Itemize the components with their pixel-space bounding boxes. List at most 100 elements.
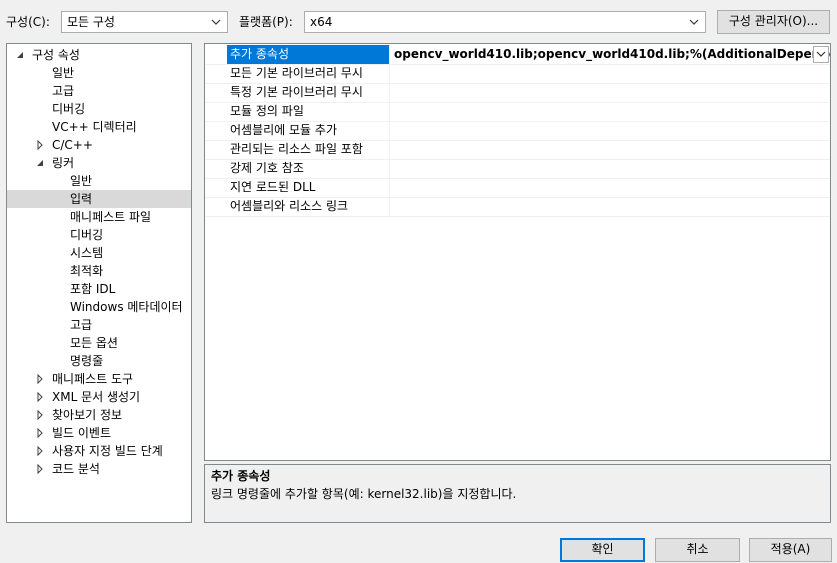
expanded-icon xyxy=(17,52,23,58)
property-row[interactable]: 강제 기호 참조 xyxy=(205,159,830,179)
ok-button[interactable]: 확인 xyxy=(560,538,645,562)
tree-item-label: 사용자 지정 빌드 단계 xyxy=(52,444,163,458)
tree-item[interactable]: 매니페스트 파일 xyxy=(7,208,191,226)
tree-item-label: 디버깅 xyxy=(70,228,104,242)
property-name[interactable]: 추가 종속성 xyxy=(227,45,390,64)
property-tree: 구성 속성 일반 고급 디버깅 VC++ 디렉터리 C/C++ 링커 일반 입력 매니페스트 파… xyxy=(6,43,192,523)
property-value[interactable] xyxy=(391,159,830,178)
property-name[interactable]: 강제 기호 참조 xyxy=(227,159,390,178)
property-value[interactable] xyxy=(391,121,830,140)
tree-item-label: 빌드 이벤트 xyxy=(52,426,112,440)
collapsed-icon xyxy=(37,463,43,475)
tree-item-label: 모든 옵션 xyxy=(70,336,118,350)
tree-item[interactable]: 코드 분석 xyxy=(7,460,191,478)
tree-item-label: 명령줄 xyxy=(70,354,104,368)
tree-item-label: 매니페스트 도구 xyxy=(52,372,134,386)
tree-item[interactable]: 고급 xyxy=(7,316,191,334)
property-row[interactable]: 특정 기본 라이브러리 무시 xyxy=(205,83,830,103)
tree-item-label: 일반 xyxy=(52,66,75,80)
tree-item-label: 매니페스트 파일 xyxy=(70,210,152,224)
tree-item[interactable]: 사용자 지정 빌드 단계 xyxy=(7,442,191,460)
description-panel: 추가 종속성 링크 명령줄에 추가할 항목(예: kernel32.lib)을 … xyxy=(204,464,831,523)
property-value[interactable] xyxy=(391,64,830,83)
description-text: 링크 명령줄에 추가할 항목(예: kernel32.lib)을 지정합니다. xyxy=(211,487,517,501)
config-label: 구성(C): xyxy=(6,15,50,29)
tree-item[interactable]: 매니페스트 도구 xyxy=(7,370,191,388)
tree-item[interactable]: Windows 메타데이터 xyxy=(7,298,191,316)
property-name[interactable]: 모든 기본 라이브러리 무시 xyxy=(227,64,390,83)
property-value[interactable] xyxy=(391,178,830,197)
property-value[interactable] xyxy=(391,102,830,121)
property-grid: 추가 종속성 opencv_world410.lib;opencv_world41… xyxy=(204,43,831,461)
tree-item[interactable]: 최적화 xyxy=(7,262,191,280)
tree-item[interactable]: 모든 옵션 xyxy=(7,334,191,352)
tree-item[interactable]: 디버깅 xyxy=(7,226,191,244)
collapsed-icon xyxy=(37,139,43,151)
tree-item[interactable]: 링커 xyxy=(7,154,191,172)
tree-item-label: 최적화 xyxy=(70,264,104,278)
tree-item-label: VC++ 디렉터리 xyxy=(52,120,137,134)
property-value[interactable]: opencv_world410.lib;opencv_world410d.lib… xyxy=(391,45,830,64)
property-name[interactable]: 어셈블리와 리소스 링크 xyxy=(227,197,390,216)
apply-button[interactable]: 적용(A) xyxy=(749,538,832,562)
tree-item-label: 고급 xyxy=(52,84,75,98)
property-row[interactable]: 어셈블리와 리소스 링크 xyxy=(205,197,830,217)
property-value[interactable] xyxy=(391,83,830,102)
collapsed-icon xyxy=(37,427,43,439)
tree-item-label: 링커 xyxy=(52,156,75,170)
property-name[interactable]: 모듈 정의 파일 xyxy=(227,102,390,121)
property-name[interactable]: 특정 기본 라이브러리 무시 xyxy=(227,83,390,102)
tree-item-label: 일반 xyxy=(70,174,93,188)
tree-item-label: 디버깅 xyxy=(52,102,86,116)
property-value[interactable] xyxy=(391,197,830,216)
platform-combo-value: x64 xyxy=(310,15,333,29)
tree-item[interactable]: 명령줄 xyxy=(7,352,191,370)
platform-combo[interactable]: x64 xyxy=(304,11,706,33)
tree-item[interactable]: 입력 xyxy=(7,190,191,208)
tree-root-label: 구성 속성 xyxy=(32,48,80,62)
tree-item-label: 시스템 xyxy=(70,246,104,260)
tree-item[interactable]: 일반 xyxy=(7,172,191,190)
tree-item-label: 고급 xyxy=(70,318,93,332)
property-row[interactable]: 모듈 정의 파일 xyxy=(205,102,830,122)
tree-item[interactable]: VC++ 디렉터리 xyxy=(7,118,191,136)
tree-item-label: 찾아보기 정보 xyxy=(52,408,123,422)
collapsed-icon xyxy=(37,373,43,385)
chevron-down-icon xyxy=(211,19,221,25)
tree-item[interactable]: 일반 xyxy=(7,64,191,82)
property-name[interactable]: 어셈블리에 모듈 추가 xyxy=(227,121,390,140)
property-row[interactable]: 지연 로드된 DLL xyxy=(205,178,830,198)
tree-item[interactable]: 찾아보기 정보 xyxy=(7,406,191,424)
value-dropdown-button[interactable] xyxy=(813,46,829,63)
chevron-down-icon xyxy=(689,19,699,25)
collapsed-icon xyxy=(37,391,43,403)
description-title: 추가 종속성 xyxy=(211,469,271,483)
property-name[interactable]: 관리되는 리소스 파일 포함 xyxy=(227,140,390,159)
tree-item[interactable]: 포함 IDL xyxy=(7,280,191,298)
chevron-down-icon xyxy=(816,51,826,57)
property-row[interactable]: 모든 기본 라이브러리 무시 xyxy=(205,64,830,84)
tree-item[interactable]: 디버깅 xyxy=(7,100,191,118)
tree-item[interactable]: 시스템 xyxy=(7,244,191,262)
config-combo[interactable]: 모든 구성 xyxy=(61,11,228,33)
property-row[interactable]: 어셈블리에 모듈 추가 xyxy=(205,121,830,141)
config-manager-button[interactable]: 구성 관리자(O)... xyxy=(717,10,830,34)
property-name[interactable]: 지연 로드된 DLL xyxy=(227,178,390,197)
tree-root[interactable]: 구성 속성 xyxy=(7,46,191,64)
tree-item-label: XML 문서 생성기 xyxy=(52,390,141,404)
tree-item-label: 코드 분석 xyxy=(52,462,100,476)
expanded-icon xyxy=(37,160,43,166)
property-row[interactable]: 관리되는 리소스 파일 포함 xyxy=(205,140,830,160)
collapsed-icon xyxy=(37,445,43,457)
cancel-button[interactable]: 취소 xyxy=(655,538,740,562)
config-combo-value: 모든 구성 xyxy=(67,15,115,29)
property-row[interactable]: 추가 종속성 opencv_world410.lib;opencv_world41… xyxy=(205,45,830,65)
property-value[interactable] xyxy=(391,140,830,159)
tree-item[interactable]: C/C++ xyxy=(7,136,191,154)
tree-item[interactable]: XML 문서 생성기 xyxy=(7,388,191,406)
tree-item-label: C/C++ xyxy=(52,138,93,152)
tree-item[interactable]: 고급 xyxy=(7,82,191,100)
collapsed-icon xyxy=(37,409,43,421)
tree-item[interactable]: 빌드 이벤트 xyxy=(7,424,191,442)
tree-item-label: 포함 IDL xyxy=(70,282,116,296)
